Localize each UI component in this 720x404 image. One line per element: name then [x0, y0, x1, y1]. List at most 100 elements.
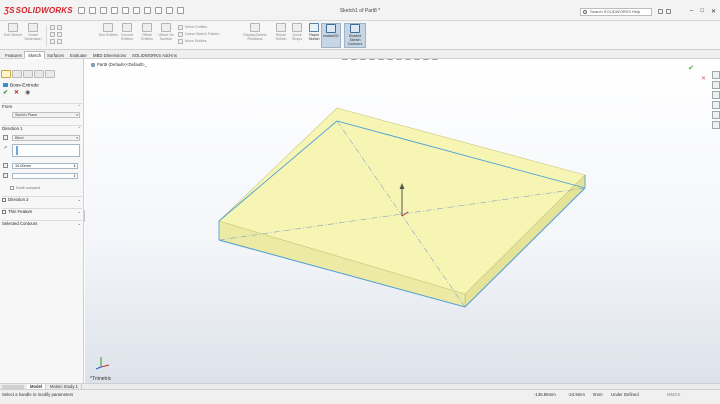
convert-entities-button[interactable]: Convert Entities	[117, 23, 137, 48]
user-icon[interactable]	[666, 9, 671, 14]
dropdown-icon	[57, 32, 62, 37]
new-document-icon[interactable]	[89, 7, 96, 14]
spline-icon	[50, 39, 55, 44]
close-icon[interactable]: ✕	[711, 8, 716, 15]
dimxpert-tab-icon[interactable]	[34, 70, 44, 78]
options-gear-icon[interactable]	[177, 7, 184, 14]
rebuild-icon[interactable]	[155, 7, 162, 14]
cancel-x-icon[interactable]: ✕	[14, 90, 19, 96]
confirmation-ok-icon[interactable]: ✔	[688, 64, 694, 72]
config-manager-tab-icon[interactable]	[23, 70, 33, 78]
selected-contours-section-header[interactable]: Selected Contours ⌄	[2, 220, 82, 227]
tab-evaluate[interactable]: Evaluate	[66, 51, 91, 59]
line-tool[interactable]	[50, 24, 90, 31]
confirmation-cancel-icon[interactable]: ✕	[701, 75, 706, 82]
mirror-entities-button[interactable]: Mirror Entities	[178, 24, 236, 31]
tab-sketch[interactable]: Sketch	[24, 51, 46, 59]
print-icon[interactable]	[122, 7, 129, 14]
spline-tool[interactable]	[50, 38, 90, 45]
move-entities-button[interactable]: Move Entities	[178, 38, 236, 45]
view-settings-icon[interactable]	[432, 59, 438, 60]
thin-feature-section-header[interactable]: Thin Feature ⌄	[2, 208, 82, 215]
direction-arrow-icon: ↗	[3, 145, 8, 151]
undo-icon[interactable]	[133, 7, 140, 14]
spin-arrows-icon[interactable]: ⇕	[73, 164, 76, 168]
smart-dimension-button[interactable]: Smart Dimension	[23, 23, 43, 48]
file-explorer-icon[interactable]	[712, 91, 720, 99]
spin-arrows-icon[interactable]: ⇕	[73, 174, 76, 178]
from-section-header[interactable]: From ⌃	[2, 103, 82, 110]
property-manager-panel: Boss-Extrude ✔ ✕ ◉ From ⌃ Sketch Plane ▾ D…	[0, 59, 84, 383]
custom-properties-icon[interactable]	[712, 121, 720, 129]
view-triad-icon	[95, 357, 110, 370]
unit-system[interactable]: MMGS	[667, 392, 680, 398]
view-orientation-icon[interactable]	[387, 59, 393, 60]
feature-tree-flyout[interactable]: Part8 (Default<<Default>_	[91, 62, 147, 67]
tab-mbd-dimensions[interactable]: MBD Dimensions	[89, 51, 130, 59]
solidworks-resources-icon[interactable]	[712, 71, 720, 79]
sketch-status: Under Defined	[611, 392, 639, 397]
home-icon[interactable]	[78, 7, 85, 14]
edit-appearance-icon[interactable]	[414, 59, 420, 60]
detailed-preview-eye-icon[interactable]: ◉	[25, 90, 30, 96]
draft-outward-checkbox[interactable]: Draft outward	[10, 185, 40, 190]
thin-feature-checkbox[interactable]	[2, 209, 6, 214]
linear-pattern-icon	[178, 32, 183, 37]
checkbox-icon	[10, 185, 14, 190]
end-condition-select[interactable]: Blind ▾	[12, 135, 80, 141]
property-manager-title: Boss-Extrude	[3, 83, 39, 88]
help-search-input[interactable]: Search SOLIDWORKS Help	[580, 8, 652, 16]
design-library-icon[interactable]	[712, 81, 720, 89]
direction1-section-header[interactable]: Direction 1 ⌃	[2, 125, 82, 132]
exit-sketch-button[interactable]: Exit Sketch	[3, 23, 23, 48]
feature-tree-tab-icon[interactable]	[12, 70, 22, 78]
offset-surface-icon	[161, 23, 171, 32]
apply-scene-icon[interactable]	[423, 59, 429, 60]
previous-view-icon[interactable]	[360, 59, 366, 60]
minimize-icon[interactable]: –	[690, 8, 693, 15]
zoom-to-area-icon[interactable]	[351, 59, 357, 60]
help-icon[interactable]	[658, 9, 663, 14]
display-delete-relations-button[interactable]: Display/Delete Relations	[240, 23, 270, 48]
offset-entities-button[interactable]: Offset Entities	[137, 23, 157, 48]
circle-tool[interactable]	[50, 31, 90, 38]
property-manager-tab-icon[interactable]	[1, 70, 11, 78]
open-icon[interactable]	[100, 7, 107, 14]
dropdown-icon	[57, 25, 62, 30]
appearances-icon[interactable]	[712, 111, 720, 119]
maximize-icon[interactable]: □	[700, 8, 704, 15]
search-icon	[583, 10, 587, 14]
instant2d-button[interactable]: Instant2D	[321, 23, 341, 48]
linear-sketch-pattern-button[interactable]: Linear Sketch Pattern	[178, 31, 236, 38]
save-icon[interactable]	[111, 7, 118, 14]
direction-reference-field[interactable]	[12, 144, 80, 157]
solidworks-logo[interactable]: ƷSSOLIDWORKS	[4, 6, 73, 15]
reverse-direction-icon[interactable]	[3, 135, 8, 140]
display-manager-tab-icon[interactable]	[45, 70, 55, 78]
graphics-viewport[interactable]: Part8 (Default<<Default>_ ✔ ✕ *Trimetric	[85, 59, 720, 383]
depth-input[interactable]: 10.00mm ⇕	[12, 163, 78, 169]
shaded-sketch-contours-button[interactable]: Shaded Sketch Contours	[344, 23, 366, 48]
file-properties-icon[interactable]	[166, 7, 173, 14]
select-icon[interactable]	[144, 7, 151, 14]
zoom-to-fit-icon[interactable]	[342, 59, 348, 60]
from-select[interactable]: Sketch Plane ▾	[12, 112, 80, 118]
display-style-icon[interactable]	[396, 59, 402, 60]
dynamic-annotation-icon[interactable]	[378, 59, 384, 60]
view-palette-icon[interactable]	[712, 101, 720, 109]
draft-angle-input[interactable]: ⇕	[12, 173, 78, 179]
tab-features[interactable]: Features	[1, 51, 26, 59]
offset-on-surface-button[interactable]: Offset On Surface	[156, 23, 176, 48]
direction2-section-header[interactable]: Direction 2 ⌄	[2, 196, 82, 203]
tab-surfaces[interactable]: Surfaces	[43, 51, 68, 59]
ok-check-icon[interactable]: ✔	[3, 90, 8, 96]
chevron-down-icon: ⌄	[77, 209, 81, 214]
direction2-checkbox[interactable]	[2, 197, 6, 202]
section-view-icon[interactable]	[369, 59, 375, 60]
chevron-down-icon: ▾	[76, 113, 78, 117]
draft-on-off-icon[interactable]	[3, 173, 8, 178]
circle-icon	[50, 32, 55, 37]
tab-solidworks-add-ins[interactable]: SOLIDWORKS Add-Ins	[128, 51, 181, 59]
trim-entities-button[interactable]: Trim Entities	[98, 23, 118, 48]
hide-show-items-icon[interactable]	[405, 59, 411, 60]
